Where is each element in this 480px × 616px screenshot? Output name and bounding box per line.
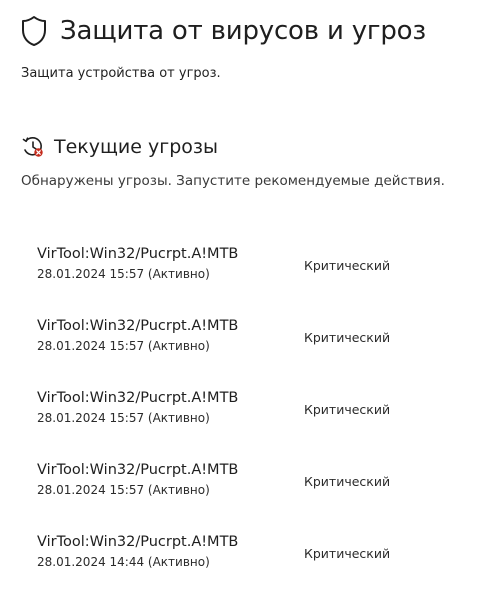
threat-severity: Критический bbox=[304, 330, 391, 345]
page-header: Защита от вирусов и угроз bbox=[21, 15, 426, 47]
threat-date: 28.01.2024 15:57 (Активно) bbox=[37, 411, 210, 425]
threat-item[interactable]: VirTool:Win32/Pucrpt.A!MTB 28.01.2024 15… bbox=[37, 246, 457, 294]
threat-date: 28.01.2024 15:57 (Активно) bbox=[37, 339, 210, 353]
threat-date: 28.01.2024 15:57 (Активно) bbox=[37, 483, 210, 497]
current-threats-title: Текущие угрозы bbox=[54, 136, 219, 158]
threat-date: 28.01.2024 15:57 (Активно) bbox=[37, 267, 210, 281]
threat-severity: Критический bbox=[304, 546, 391, 561]
shield-icon bbox=[21, 15, 47, 47]
threat-item[interactable]: VirTool:Win32/Pucrpt.A!MTB 28.01.2024 14… bbox=[37, 534, 457, 582]
threat-severity: Критический bbox=[304, 474, 391, 489]
threat-name: VirTool:Win32/Pucrpt.A!MTB bbox=[37, 390, 239, 406]
threat-name: VirTool:Win32/Pucrpt.A!MTB bbox=[37, 462, 239, 478]
threat-name: VirTool:Win32/Pucrpt.A!MTB bbox=[37, 246, 239, 262]
threat-clock-icon bbox=[21, 135, 45, 159]
threat-item[interactable]: VirTool:Win32/Pucrpt.A!MTB 28.01.2024 15… bbox=[37, 390, 457, 438]
threat-name: VirTool:Win32/Pucrpt.A!MTB bbox=[37, 318, 239, 334]
threat-name: VirTool:Win32/Pucrpt.A!MTB bbox=[37, 534, 239, 550]
current-threats-header: Текущие угрозы bbox=[21, 135, 218, 159]
virus-threat-protection-page: Защита от вирусов и угроз Защита устройс… bbox=[0, 0, 480, 616]
threat-date: 28.01.2024 14:44 (Активно) bbox=[37, 555, 210, 569]
threat-severity: Критический bbox=[304, 258, 391, 273]
threat-item[interactable]: VirTool:Win32/Pucrpt.A!MTB 28.01.2024 15… bbox=[37, 462, 457, 510]
page-title: Защита от вирусов и угроз bbox=[60, 16, 426, 46]
current-threats-description: Обнаружены угрозы. Запустите рекомендуем… bbox=[21, 173, 445, 189]
threat-item[interactable]: VirTool:Win32/Pucrpt.A!MTB 28.01.2024 15… bbox=[37, 318, 457, 366]
threat-severity: Критический bbox=[304, 402, 391, 417]
page-subtitle: Защита устройства от угроз. bbox=[21, 66, 221, 81]
